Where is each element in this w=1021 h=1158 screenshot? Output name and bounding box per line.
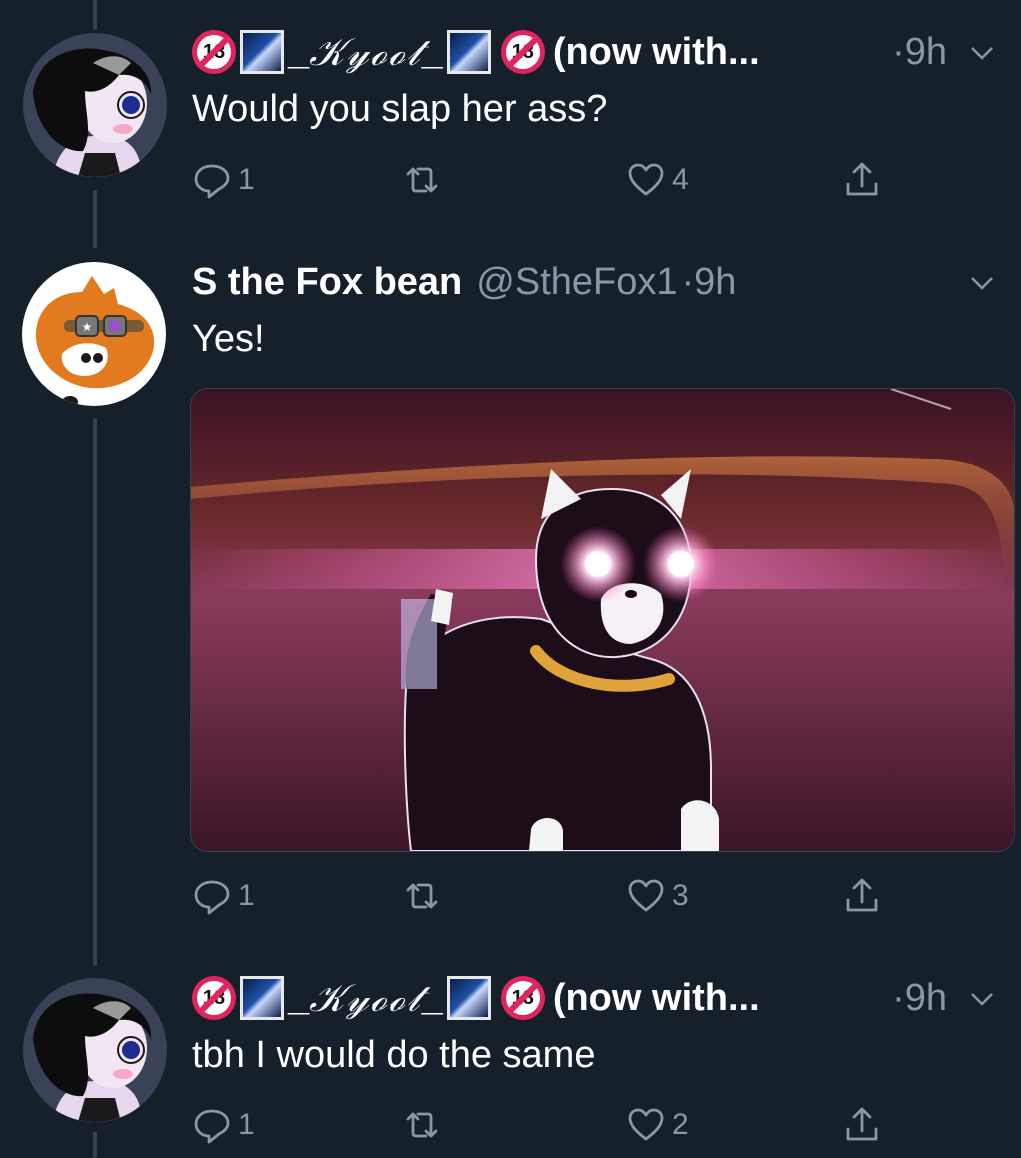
chevron-down-icon[interactable] [967, 268, 997, 298]
reply-icon [194, 1109, 230, 1144]
like-icon [628, 163, 664, 196]
chevron-down-icon[interactable] [967, 38, 997, 68]
tweet[interactable]: 18 _𝒦𝓎ℴℴ𝓉_ 18 (now with... ·9h Would you… [0, 0, 1021, 230]
tweet-actions: 1 4 [192, 160, 892, 204]
reply-icon [194, 164, 230, 199]
like-button[interactable]: 2 [626, 1105, 689, 1145]
tweet-header: 18 _𝒦𝓎ℴℴ𝓉_ 18 (now with... ·9h [192, 974, 1001, 1022]
tweet-header: 18 _𝒦𝓎ℴℴ𝓉_ 18 (now with... ·9h [192, 28, 1001, 76]
no-under-18-icon: 18 [192, 976, 236, 1020]
timestamp[interactable]: ·9h [682, 261, 737, 304]
display-name[interactable]: S the Fox bean [192, 261, 462, 304]
display-name[interactable]: 18 _𝒦𝓎ℴℴ𝓉_ 18 (now with... [192, 30, 760, 75]
tweet-actions: 1 3 [192, 876, 892, 920]
retweet-button[interactable] [402, 876, 442, 916]
share-icon [846, 162, 878, 196]
display-name-tail: (now with... [552, 30, 760, 73]
display-name-styled: 𝒦𝓎ℴℴ𝓉 [309, 975, 422, 1020]
user-handle[interactable]: @StheFox1 [476, 261, 677, 304]
share-button[interactable] [842, 876, 882, 916]
sparkle-image-icon [446, 976, 491, 1020]
share-icon [846, 1107, 878, 1141]
avatar[interactable] [23, 33, 167, 177]
tweet-text: tbh I would do the same [192, 1034, 596, 1076]
retweet-button[interactable] [402, 1105, 442, 1145]
avatar[interactable]: ★ [22, 262, 166, 406]
like-icon [628, 879, 664, 912]
reply-count: 1 [238, 1108, 255, 1141]
display-name-tail: (now with... [552, 976, 760, 1019]
share-button[interactable] [842, 160, 882, 200]
like-count: 2 [672, 1108, 689, 1141]
chevron-down-icon[interactable] [967, 984, 997, 1014]
tweet[interactable]: 18 _𝒦𝓎ℴℴ𝓉_ 18 (now with... ·9h tbh I wou… [0, 950, 1021, 1158]
retweet-icon [406, 1112, 438, 1138]
tweet-header: S the Fox bean @StheFox1 ·9h [192, 258, 1001, 306]
like-button[interactable]: 3 [626, 876, 689, 916]
no-under-18-icon: 18 [500, 30, 545, 74]
share-button[interactable] [842, 1105, 882, 1145]
sparkle-image-icon [446, 30, 491, 74]
tweet-text: Would you slap her ass? [192, 88, 608, 130]
avatar[interactable] [23, 978, 167, 1122]
no-under-18-icon: 18 [500, 976, 545, 1020]
svg-text:★: ★ [82, 320, 93, 334]
like-count: 4 [672, 163, 689, 196]
display-name[interactable]: 18 _𝒦𝓎ℴℴ𝓉_ 18 (now with... [192, 976, 760, 1021]
sparkle-image-icon [240, 976, 284, 1020]
reply-count: 1 [238, 879, 255, 912]
tweet-media-image[interactable] [190, 388, 1015, 852]
sparkle-image-icon [240, 30, 284, 74]
retweet-button[interactable] [402, 160, 442, 200]
like-icon [628, 1108, 664, 1141]
tweet-text: Yes! [192, 318, 265, 360]
tweet-thread: 18 _𝒦𝓎ℴℴ𝓉_ 18 (now with... ·9h Would you… [0, 0, 1021, 1158]
tweet-actions: 1 2 [192, 1105, 892, 1149]
no-under-18-icon: 18 [192, 30, 236, 74]
share-icon [846, 878, 878, 912]
reply-count: 1 [238, 163, 255, 196]
reply-button[interactable]: 1 [192, 1105, 255, 1145]
retweet-icon [406, 883, 438, 909]
like-button[interactable]: 4 [626, 160, 689, 200]
reply-icon [194, 880, 230, 915]
like-count: 3 [672, 879, 689, 912]
reply-button[interactable]: 1 [192, 160, 255, 200]
reply-button[interactable]: 1 [192, 876, 255, 916]
display-name-styled: 𝒦𝓎ℴℴ𝓉 [309, 29, 422, 74]
retweet-icon [406, 167, 438, 193]
